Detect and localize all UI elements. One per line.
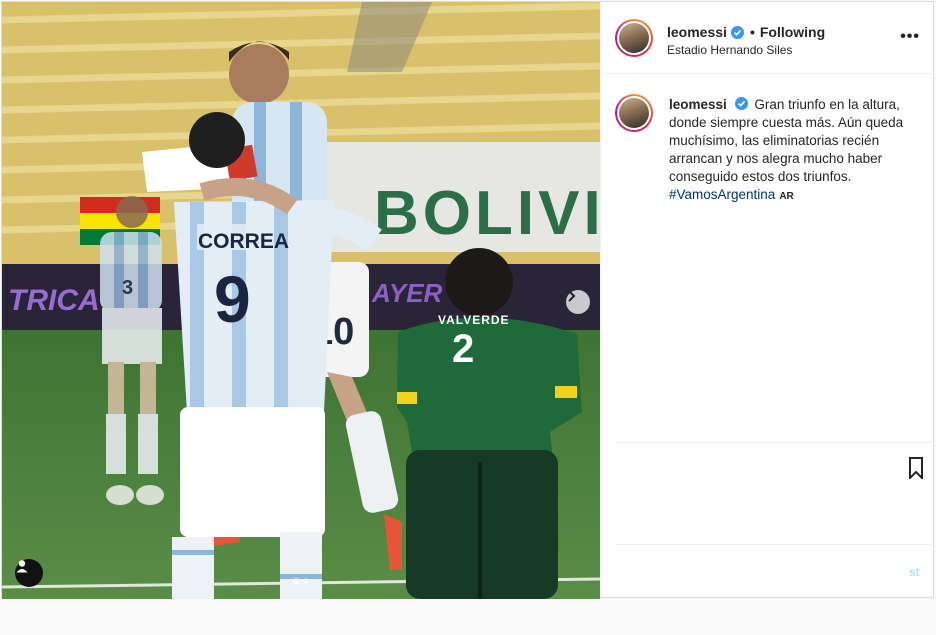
svg-text:TRICA: TRICA (8, 284, 100, 317)
carousel-indicator (2, 578, 600, 584)
hashtag-link[interactable]: #VamosArgentina (669, 187, 775, 202)
caption-text-block: leomessi Gran triunfo en la altura, dond… (669, 96, 918, 206)
carousel-dot (303, 578, 309, 584)
post-details-panel: leomessi • Following Estadio Hernando Si… (600, 2, 934, 597)
header-user-row: leomessi • Following (667, 24, 825, 40)
chevron-right-icon (568, 290, 576, 302)
next-photo-button[interactable] (566, 290, 590, 314)
avatar[interactable] (615, 19, 653, 57)
more-icon: ••• (900, 28, 920, 45)
carousel-dot-active (293, 578, 299, 584)
verified-badge-icon (730, 25, 744, 39)
svg-text:AYER: AYER (371, 278, 443, 308)
caption-username-link[interactable]: leomessi (669, 97, 727, 112)
language-badge: AR (779, 191, 794, 202)
svg-text:VALVERDE: VALVERDE (438, 313, 510, 327)
post-comment-button[interactable]: st (909, 565, 920, 579)
post-photo[interactable]: BOLIVIA TRICA AYER (2, 2, 600, 599)
caption-avatar[interactable] (615, 94, 653, 132)
instagram-post: BOLIVIA TRICA AYER (1, 1, 934, 599)
svg-text:CORREA: CORREA (198, 230, 289, 253)
banner-text: BOLIVIA (374, 179, 600, 248)
divider (615, 544, 934, 545)
following-button[interactable]: Following (760, 24, 825, 40)
verified-badge-icon (734, 97, 748, 110)
svg-text:9: 9 (214, 262, 251, 336)
location-link[interactable]: Estadio Hernando Siles (667, 43, 792, 57)
match-photo-illustration: BOLIVIA TRICA AYER (2, 2, 600, 599)
divider (615, 442, 934, 443)
username-link[interactable]: leomessi (667, 24, 727, 40)
bookmark-icon[interactable] (909, 457, 923, 479)
post-caption: leomessi Gran triunfo en la altura, dond… (601, 74, 934, 206)
svg-text:2: 2 (452, 327, 474, 371)
post-header: leomessi • Following Estadio Hernando Si… (601, 2, 934, 74)
header-separator: • (749, 24, 755, 40)
more-options-button[interactable]: ••• (900, 28, 920, 46)
svg-text:3: 3 (122, 277, 133, 299)
user-icon (16, 560, 28, 573)
